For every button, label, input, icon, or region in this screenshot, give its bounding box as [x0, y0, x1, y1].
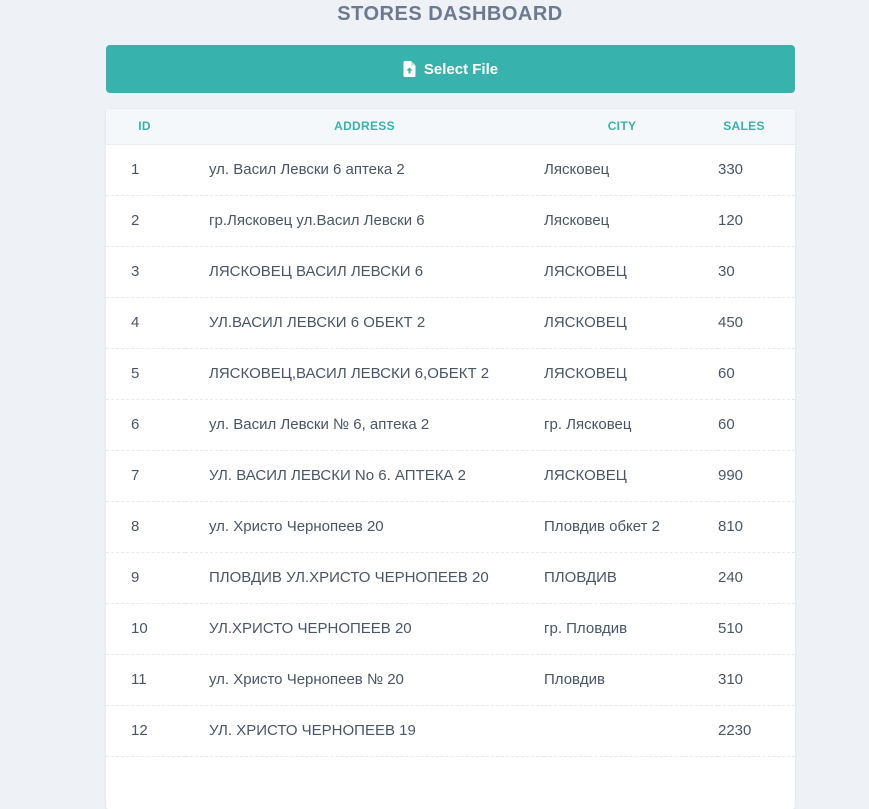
- cell-city: ЛЯСКОВЕЦ: [544, 348, 718, 400]
- cell-city: Лясковец: [544, 144, 718, 196]
- cell-city: гр. Пловдив: [544, 603, 718, 655]
- page-title: STORES DASHBOARD: [337, 3, 563, 25]
- cell-sales: 810: [718, 501, 795, 553]
- cell-address: ЛЯСКОВЕЦ ВАСИЛ ЛЕВСКИ 6: [185, 246, 544, 298]
- table-header-row: ID ADDRESS CITY SALES: [106, 109, 795, 145]
- column-header-city: CITY: [544, 109, 718, 145]
- cell-address: ул. Христо Чернопеев 20: [185, 501, 544, 553]
- table-row: 3 ЛЯСКОВЕЦ ВАСИЛ ЛЕВСКИ 6 ЛЯСКОВЕЦ 30: [106, 246, 795, 298]
- table-row: 1 ул. Васил Левски 6 аптека 2 Лясковец 330: [106, 144, 795, 196]
- cell-id: 3: [106, 246, 185, 298]
- cell-address: УЛ.ХРИСТО ЧЕРНОПЕЕВ 20: [185, 603, 544, 655]
- table-row: 6 ул. Васил Левски № 6, аптека 2 гр. Ляско…: [106, 399, 795, 451]
- cell-address: УЛ.ВАСИЛ ЛЕВСКИ 6 ОБЕКТ 2: [185, 297, 544, 349]
- cell-sales: 990: [718, 450, 795, 502]
- cell-id: 6: [106, 399, 185, 451]
- cell-id: 2: [106, 195, 185, 247]
- cell-sales: 510: [718, 603, 795, 655]
- cell-id: 10: [106, 603, 185, 655]
- table-row: 9 ПЛОВДИВ УЛ.ХРИСТО ЧЕРНОПЕЕВ 20 ПЛОВДИВ 24…: [106, 552, 795, 604]
- table-row: 5 ЛЯСКОВЕЦ,ВАСИЛ ЛЕВСКИ 6,ОБЕКТ 2 ЛЯСКОВЕЦ…: [106, 348, 795, 400]
- cell-sales: 2230: [718, 705, 795, 757]
- cell-city: гр. Лясковец: [544, 399, 718, 451]
- cell-id: 7: [106, 450, 185, 502]
- cell-address: ул. Христо Чернопеев № 20: [185, 654, 544, 706]
- table-row: 11 ул. Христо Чернопеев № 20 Пловдив 310: [106, 654, 795, 706]
- cell-city: ЛЯСКОВЕЦ: [544, 297, 718, 349]
- stores-table-card: ID ADDRESS CITY SALES 1 ул. Васил Левски …: [106, 109, 795, 809]
- select-file-label: Select File: [423, 60, 499, 78]
- cell-id: 9: [106, 552, 185, 604]
- cell-city: Лясковец: [544, 195, 718, 247]
- cell-sales: 330: [718, 144, 795, 196]
- file-upload-icon: [403, 61, 416, 77]
- table-row: 7 УЛ. ВАСИЛ ЛЕВСКИ No 6. АПТЕКА 2 ЛЯСКОВЕЦ…: [106, 450, 795, 502]
- cell-id: 12: [106, 705, 185, 757]
- cell-city: ПЛОВДИВ: [544, 552, 718, 604]
- cell-city: Пловдив обкет 2: [544, 501, 718, 553]
- table-row: 2 гр.Лясковец ул.Васил Левски 6 Лясковец 12…: [106, 195, 795, 247]
- table-row: 10 УЛ.ХРИСТО ЧЕРНОПЕЕВ 20 гр. Пловдив 510: [106, 603, 795, 655]
- cell-address: УЛ. ВАСИЛ ЛЕВСКИ No 6. АПТЕКА 2: [185, 450, 544, 502]
- cell-id: 8: [106, 501, 185, 553]
- cell-address: ПЛОВДИВ УЛ.ХРИСТО ЧЕРНОПЕЕВ 20: [185, 552, 544, 604]
- stores-table: ID ADDRESS CITY SALES 1 ул. Васил Левски …: [106, 109, 795, 757]
- select-file-button[interactable]: Select File: [106, 45, 795, 93]
- cell-sales: 60: [718, 399, 795, 451]
- cell-id: 11: [106, 654, 185, 706]
- cell-address: ул. Васил Левски № 6, аптека 2: [185, 399, 544, 451]
- cell-sales: 60: [718, 348, 795, 400]
- cell-sales: 30: [718, 246, 795, 298]
- cell-address: гр.Лясковец ул.Васил Левски 6: [185, 195, 544, 247]
- cell-sales: 120: [718, 195, 795, 247]
- cell-sales: 310: [718, 654, 795, 706]
- cell-id: 5: [106, 348, 185, 400]
- table-row: 12 УЛ. ХРИСТО ЧЕРНОПЕЕВ 19 2230: [106, 705, 795, 757]
- column-header-address: ADDRESS: [185, 109, 544, 145]
- cell-address: ЛЯСКОВЕЦ,ВАСИЛ ЛЕВСКИ 6,ОБЕКТ 2: [185, 348, 544, 400]
- cell-address: УЛ. ХРИСТО ЧЕРНОПЕЕВ 19: [185, 705, 544, 757]
- column-header-sales: SALES: [718, 109, 795, 145]
- cell-address: ул. Васил Левски 6 аптека 2: [185, 144, 544, 196]
- cell-city: ЛЯСКОВЕЦ: [544, 246, 718, 298]
- cell-city: Пловдив: [544, 654, 718, 706]
- cell-sales: 450: [718, 297, 795, 349]
- cell-id: 1: [106, 144, 185, 196]
- cell-city: ЛЯСКОВЕЦ: [544, 450, 718, 502]
- table-row: 4 УЛ.ВАСИЛ ЛЕВСКИ 6 ОБЕКТ 2 ЛЯСКОВЕЦ 450: [106, 297, 795, 349]
- column-header-id: ID: [106, 109, 185, 145]
- table-row: 8 ул. Христо Чернопеев 20 Пловдив обкет 28…: [106, 501, 795, 553]
- cell-sales: 240: [718, 552, 795, 604]
- cell-city: [544, 705, 718, 757]
- cell-id: 4: [106, 297, 185, 349]
